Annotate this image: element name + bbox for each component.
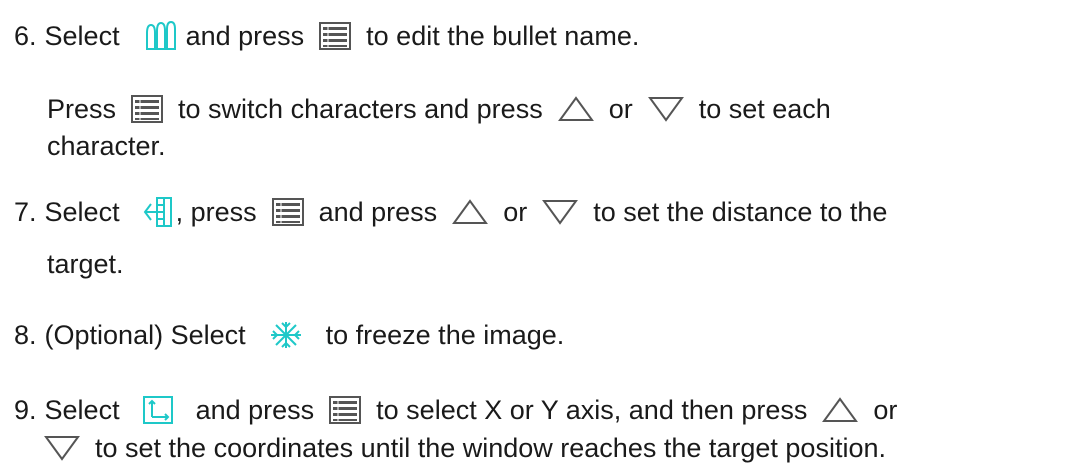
- step-7-line-1: 7. Select , press and press or to set th…: [14, 194, 887, 230]
- menu-icon: [271, 197, 305, 227]
- down-triangle-icon: [43, 434, 81, 462]
- step-7-line-2: target.: [47, 246, 124, 282]
- step-text: character.: [47, 131, 166, 161]
- step-text: and press: [195, 395, 315, 425]
- step-text: Select: [44, 395, 120, 425]
- up-triangle-icon: [557, 95, 595, 123]
- down-triangle-icon: [647, 95, 685, 123]
- step-text: to select X or Y axis, and then press: [376, 395, 808, 425]
- step-6-line-1: 6. Select and press to edit the bullet n…: [14, 18, 639, 54]
- step-text: to set the coordinates until the window …: [95, 433, 886, 463]
- step-text: to set the distance to the: [593, 197, 888, 227]
- step-text: Select: [44, 197, 120, 227]
- step-9-line-2: to set the coordinates until the window …: [43, 430, 886, 466]
- step-text: to set each: [698, 94, 831, 124]
- step-text: , press: [175, 197, 257, 227]
- step-text: and press: [318, 197, 438, 227]
- step-number: 7.: [14, 197, 37, 227]
- step-8-line-1: 8. (Optional) Select to freeze the image…: [14, 317, 564, 353]
- menu-icon: [328, 395, 362, 425]
- step-text: to edit the bullet name.: [366, 21, 640, 51]
- up-triangle-icon: [451, 198, 489, 226]
- step-number: 6.: [14, 21, 37, 51]
- step-text: to switch characters and press: [178, 94, 543, 124]
- freeze-icon: [268, 319, 304, 351]
- step-text: or: [608, 94, 633, 124]
- step-6-line-3: character.: [47, 128, 166, 164]
- down-triangle-icon: [541, 198, 579, 226]
- axis-icon: [142, 395, 174, 425]
- menu-icon: [130, 94, 164, 124]
- step-number: 9.: [14, 395, 37, 425]
- step-text: target.: [47, 249, 124, 279]
- step-text: or: [503, 197, 528, 227]
- step-text: (Optional) Select: [44, 320, 246, 350]
- step-text: to freeze the image.: [325, 320, 565, 350]
- step-text: Select: [44, 21, 120, 51]
- menu-icon: [318, 21, 352, 51]
- up-triangle-icon: [821, 396, 859, 424]
- step-text: Press: [47, 94, 117, 124]
- step-text: and press: [185, 21, 305, 51]
- bullet-icon: [142, 21, 178, 51]
- distance-icon: [142, 196, 176, 228]
- step-text: or: [873, 395, 898, 425]
- step-9-line-1: 9. Select and press to select X or Y axi…: [14, 392, 897, 428]
- step-number: 8.: [14, 320, 37, 350]
- step-6-line-2: Press to switch characters and press or …: [47, 91, 831, 127]
